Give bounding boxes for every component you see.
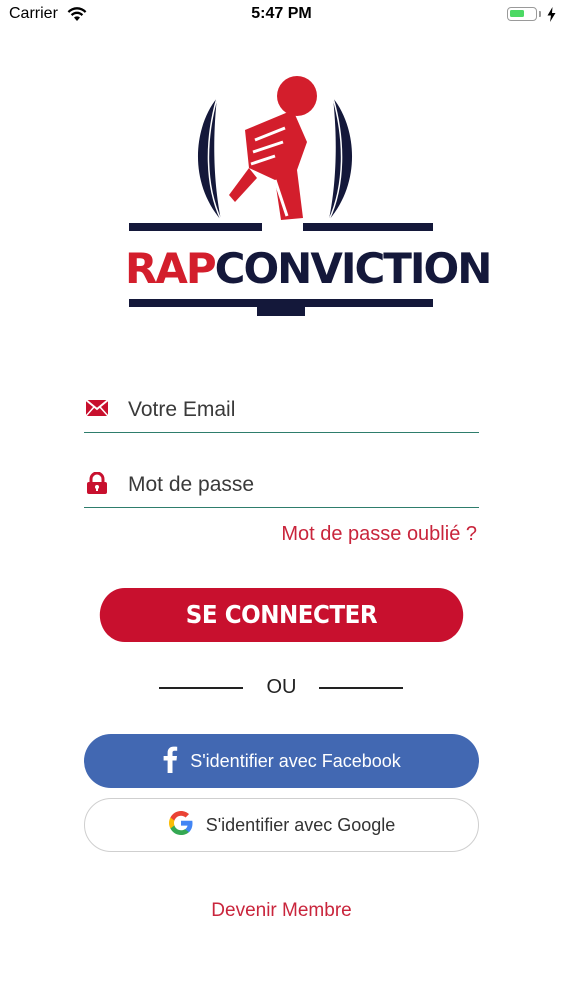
facebook-login-button[interactable]: S'identifier avec Facebook bbox=[84, 734, 479, 788]
charging-bolt-icon bbox=[547, 7, 556, 27]
become-member-link[interactable]: Devenir Membre bbox=[0, 900, 563, 922]
logo-wordmark-rap: RAP bbox=[125, 244, 217, 293]
password-field[interactable] bbox=[84, 463, 479, 508]
logo-wordmark: RAPCONVICTION bbox=[125, 244, 492, 293]
email-field[interactable] bbox=[84, 388, 479, 433]
battery-tip bbox=[539, 11, 541, 17]
google-login-label: S'identifier avec Google bbox=[205, 814, 396, 835]
connect-button[interactable]: SE CONNECTER bbox=[99, 588, 464, 642]
divider-label: OU bbox=[266, 676, 297, 698]
facebook-login-label: S'identifier avec Facebook bbox=[190, 750, 401, 771]
password-input[interactable] bbox=[128, 469, 468, 501]
rapconviction-logo: RAPCONVICTION bbox=[125, 70, 492, 325]
status-bar: Carrier 5:47 PM bbox=[0, 0, 563, 30]
lock-icon bbox=[86, 471, 108, 499]
clock-time: 5:47 PM bbox=[251, 5, 312, 22]
divider-line-right bbox=[319, 687, 403, 689]
google-login-button[interactable]: S'identifier avec Google bbox=[84, 798, 479, 852]
facebook-icon bbox=[162, 745, 178, 778]
mail-icon bbox=[85, 399, 109, 421]
google-icon bbox=[168, 810, 194, 841]
battery-level bbox=[510, 10, 524, 17]
logo-wordmark-conviction: CONVICTION bbox=[214, 244, 493, 293]
battery-icon bbox=[507, 7, 537, 21]
email-input[interactable] bbox=[128, 394, 468, 426]
forgot-password-link[interactable]: Mot de passe oublié ? bbox=[281, 523, 477, 546]
